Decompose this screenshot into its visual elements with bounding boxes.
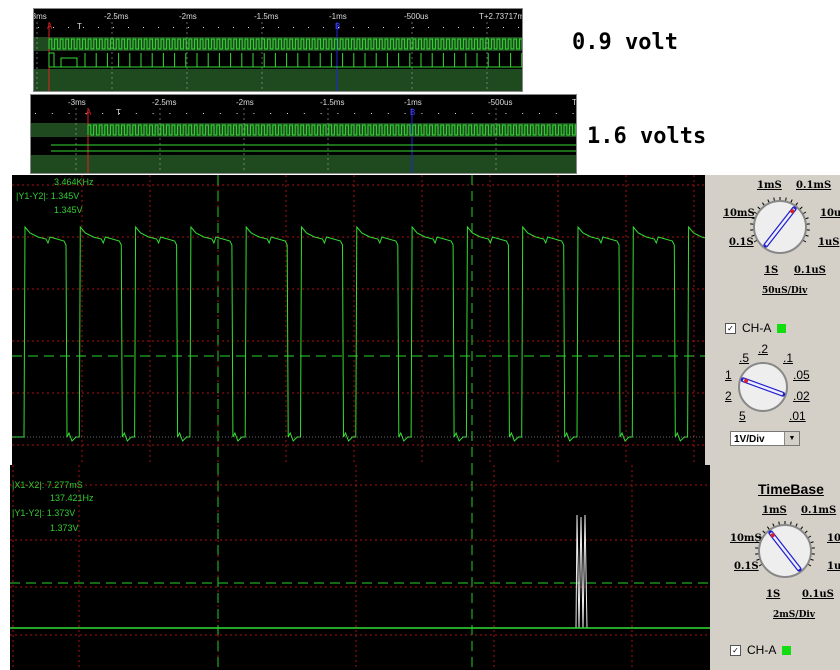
voltage-label-1: 0.9 volt (572, 30, 678, 55)
checkbox-icon[interactable]: ✓ (725, 322, 736, 334)
marker-label: T (77, 22, 82, 31)
timebase-label-10us: 10uS (820, 208, 840, 219)
timebase-label-1s: 1S (764, 265, 779, 276)
timebase-value: 2mS/Div (773, 610, 816, 620)
time-tick-label: T+2.73717ms (479, 12, 522, 21)
marker-label: B (410, 108, 415, 117)
marker-label: A (86, 108, 92, 117)
voltage-delta-label: |Y1-Y2|: 1.373V (12, 508, 76, 518)
digital-waveform (87, 124, 576, 136)
checkbox-icon[interactable]: ✓ (730, 644, 741, 656)
marker-label: B (335, 22, 340, 31)
knob-indicator (790, 209, 795, 214)
time-tick-label: -2.5ms (104, 12, 128, 21)
timebase-knob[interactable] (750, 513, 820, 589)
channel-a-toggle[interactable]: ✓ CH-A (730, 643, 792, 657)
spike-trace (10, 514, 710, 629)
time-tick-label: T+2.73717ms (572, 98, 576, 107)
timebase-knob[interactable] (745, 189, 815, 265)
timebase-label-1us: 1uS (827, 561, 840, 572)
volts-per-div-select[interactable]: 1V/Div ▼ (730, 431, 800, 446)
channel-a-toggle[interactable]: ✓ CH-A (725, 321, 787, 335)
channel-a-label: CH-A (742, 321, 772, 335)
time-tick-label: -500us (404, 12, 428, 21)
time-delta-label: |X1-X2|: 7.277mS (12, 480, 83, 490)
frequency-readout: 137.421Hz (50, 493, 94, 503)
marker-label: A (47, 22, 53, 31)
time-tick-label: -2.5ms (152, 98, 176, 107)
voltage-delta-label: |Y1-Y2|: 1.345V (16, 191, 80, 201)
volts-per-div-value: 1V/Div (734, 434, 765, 445)
oscilloscope-display-1[interactable]: 3.464KHz |Y1-Y2|: 1.345V 1.345V (12, 175, 705, 465)
channel-a-label: CH-A (747, 643, 777, 657)
time-tick-label: -3ms (68, 98, 86, 107)
volt-label-0.02: .02 (793, 389, 810, 403)
volt-label-0.05: .05 (793, 368, 810, 382)
timebase-label-0.1us: 0.1uS (802, 589, 834, 600)
time-tick-label: -2ms (179, 12, 197, 21)
analog-waveform (12, 225, 705, 442)
timebase-label-1s: 1S (766, 589, 781, 600)
frequency-readout: 3.464KHz (54, 177, 94, 187)
control-panel-2: TimeBase 1mS 0.1mS 10mS 10uS 0.1S 1uS 1S… (710, 465, 840, 670)
timebase-title: TimeBase (758, 481, 824, 497)
volt-label-2: 2 (725, 389, 732, 403)
time-tick-label: -1ms (329, 12, 347, 21)
time-tick-label: -2ms (236, 98, 254, 107)
time-tick-label: -1ms (404, 98, 422, 107)
volt-label-0.2: .2 (758, 342, 769, 356)
voltage-delta-value: 1.345V (54, 205, 83, 215)
volt-label-1: 1 (725, 368, 732, 382)
logic-analyzer-trace-1: -3ms -2.5ms -2ms -1.5ms -1ms -500us T+2.73717m… (33, 8, 523, 92)
logic-analyzer-trace-2: -3ms -2.5ms -2ms -1.5ms -1ms -500us T+2.73717m… (30, 94, 577, 174)
time-tick-label: -1.5ms (254, 12, 278, 21)
timebase-label-10us: 10uS (827, 533, 840, 544)
oscilloscope-display-2[interactable]: |X1-X2|: 7.277mS 137.421Hz |Y1-Y2|: 1.37… (10, 465, 710, 670)
control-panel-1: 1mS 0.1mS 10mS 10uS 0.1S 1uS 1S 0.1uS 50… (705, 175, 840, 465)
knob-indicator (770, 533, 775, 538)
volts-per-div-knob[interactable] (733, 361, 793, 413)
voltage-delta-value: 1.373V (50, 523, 79, 533)
timebase-value: 50uS/Div (762, 286, 808, 296)
time-tick-label: -500us (488, 98, 512, 107)
timebase-label-0.1us: 0.1uS (794, 265, 826, 276)
time-tick-label: -1.5ms (320, 98, 344, 107)
chevron-down-icon[interactable]: ▼ (784, 432, 799, 445)
channel-color-indicator (782, 645, 792, 655)
knob-indicator (744, 378, 749, 383)
time-tick-label: -3ms (34, 12, 47, 21)
voltage-label-2: 1.6 volts (587, 124, 707, 149)
timebase-label-1us: 1uS (818, 237, 840, 248)
channel-color-indicator (777, 323, 787, 333)
marker-label: T (116, 108, 121, 117)
